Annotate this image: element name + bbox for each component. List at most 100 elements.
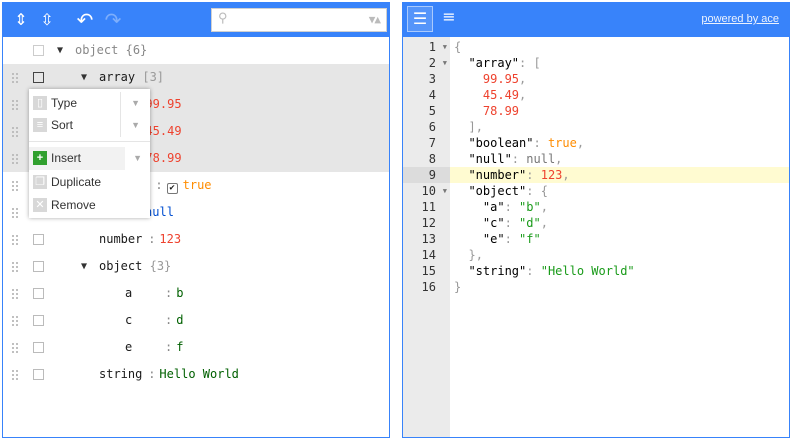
field-key[interactable]: e xyxy=(125,334,161,361)
code-line[interactable]: "boolean": true, xyxy=(450,135,789,151)
context-menu-button-icon[interactable] xyxy=(33,261,44,272)
child-count: {3} xyxy=(149,259,172,273)
field-key[interactable]: array xyxy=(99,70,135,84)
tree-row[interactable]: c:d xyxy=(3,307,389,334)
field-key[interactable]: a xyxy=(125,280,161,307)
field-value[interactable]: f xyxy=(176,340,183,354)
checkbox[interactable]: ✔ xyxy=(166,183,178,194)
collapse-arrow-icon[interactable]: ▼ xyxy=(57,37,63,64)
field-value[interactable]: d xyxy=(176,313,183,327)
context-menu: ▯ Type ▼ ≡ Sort ▼ + Insert ▼ ❐ Duplicate ✕ Remo… xyxy=(29,89,150,218)
code-line[interactable]: "array": [ xyxy=(450,55,789,71)
menu-divider xyxy=(29,141,150,142)
separator: : xyxy=(155,178,163,192)
separator: : xyxy=(165,340,173,354)
code-line[interactable]: "null": null, xyxy=(450,151,789,167)
code-line[interactable]: 45.49, xyxy=(450,87,789,103)
drag-handle-icon[interactable] xyxy=(11,126,19,137)
field-value[interactable]: 45.49 xyxy=(145,124,181,138)
drag-handle-icon[interactable] xyxy=(11,261,19,272)
drag-handle-icon[interactable] xyxy=(11,153,19,164)
tree-row[interactable]: number:123 xyxy=(3,226,389,253)
ace-editor[interactable]: 1 ▼ 2 ▼ 3 4 5 6 7 8 9 10 ▼ 11 12 13 14 15 16 { "array": [ … xyxy=(403,37,789,437)
menu-item-duplicate[interactable]: ❐ Duplicate xyxy=(29,171,150,194)
code-line[interactable]: "object": { xyxy=(450,183,789,199)
chevron-down-icon: ▼ xyxy=(133,153,142,163)
type-icon: ▯ xyxy=(33,96,47,110)
compact-icon[interactable]: ≡ xyxy=(437,5,461,29)
context-menu-button-icon[interactable] xyxy=(33,342,44,353)
powered-by-ace-link[interactable]: powered by ace xyxy=(701,13,779,25)
code-line[interactable]: ], xyxy=(450,119,789,135)
code-line[interactable]: 99.95, xyxy=(450,71,789,87)
tree-row-root[interactable]: ▼ object {6} xyxy=(3,37,389,64)
field-value[interactable]: Hello World xyxy=(159,367,238,381)
code-line[interactable]: "c": "d", xyxy=(450,215,789,231)
undo-icon[interactable]: ↶ xyxy=(73,8,97,32)
field-value[interactable]: true xyxy=(183,178,212,192)
fold-arrow-icon[interactable]: ▼ xyxy=(443,55,447,71)
field-value[interactable]: 123 xyxy=(159,232,181,246)
chevron-down-icon[interactable]: ▼ xyxy=(120,92,140,115)
code-line[interactable]: 78.99 xyxy=(450,103,789,119)
drag-handle-icon[interactable] xyxy=(11,369,19,380)
context-menu-button-icon[interactable] xyxy=(33,234,44,245)
line-number: 11 xyxy=(421,200,436,214)
chevron-down-icon[interactable]: ▼ xyxy=(120,114,140,137)
drag-handle-icon[interactable] xyxy=(11,342,19,353)
context-menu-button-icon[interactable] xyxy=(33,72,44,83)
code-line[interactable]: } xyxy=(450,279,789,295)
collapse-arrow-icon[interactable]: ▼ xyxy=(81,64,87,91)
menu-label: Insert xyxy=(51,151,82,165)
context-menu-button-icon[interactable] xyxy=(33,315,44,326)
code-line[interactable]: { xyxy=(450,39,789,55)
context-menu-button-icon[interactable] xyxy=(33,288,44,299)
field-value[interactable]: b xyxy=(176,286,183,300)
tree-row[interactable]: string: Hello World xyxy=(3,361,389,388)
drag-handle-icon[interactable] xyxy=(11,234,19,245)
tree-row[interactable]: e:f xyxy=(3,334,389,361)
duplicate-icon: ❐ xyxy=(33,175,47,189)
line-number: 6 xyxy=(428,120,436,134)
code-line[interactable]: }, xyxy=(450,247,789,263)
redo-icon[interactable]: ↷ xyxy=(101,8,125,32)
field-key[interactable]: c xyxy=(125,307,161,334)
code-line[interactable]: "e": "f" xyxy=(450,231,789,247)
menu-item-insert[interactable]: + Insert xyxy=(29,147,125,170)
format-icon[interactable]: ☰ xyxy=(407,6,433,32)
field-value[interactable]: 78.99 xyxy=(145,151,181,165)
menu-item-type[interactable]: ▯ Type ▼ xyxy=(29,92,150,115)
drag-handle-icon[interactable] xyxy=(11,180,19,191)
line-number: 2 ▼ xyxy=(428,55,447,71)
tree-row[interactable]: ▼ object {3} xyxy=(3,253,389,280)
field-key[interactable]: object xyxy=(99,259,142,273)
drag-handle-icon[interactable] xyxy=(11,207,19,218)
code-line[interactable]: "string": "Hello World" xyxy=(450,263,789,279)
tree-row[interactable]: a:b xyxy=(3,280,389,307)
fold-arrow-icon[interactable]: ▼ xyxy=(443,183,447,199)
code-line[interactable]: "number": 123, xyxy=(450,167,789,183)
field-key[interactable]: string xyxy=(99,361,144,388)
context-menu-button-icon[interactable] xyxy=(33,45,44,56)
tree-row[interactable]: ▼ array [3] xyxy=(3,64,389,91)
drag-handle-icon[interactable] xyxy=(11,315,19,326)
drag-handle-icon[interactable] xyxy=(11,99,19,110)
search-box[interactable]: ⚲ ▼▲ xyxy=(211,8,387,32)
expand-all-icon[interactable]: ⇕ xyxy=(9,8,33,32)
drag-handle-icon[interactable] xyxy=(11,288,19,299)
insert-submenu-button[interactable]: ▼ xyxy=(125,147,150,170)
code-line[interactable]: "a": "b", xyxy=(450,199,789,215)
field-key[interactable]: number xyxy=(99,226,144,253)
collapse-all-icon[interactable]: ⇳ xyxy=(35,8,59,32)
menu-label: Remove xyxy=(51,198,96,212)
drag-handle-icon[interactable] xyxy=(11,72,19,83)
context-menu-button-icon[interactable] xyxy=(33,369,44,380)
collapse-arrow-icon[interactable]: ▼ xyxy=(81,253,87,280)
field-value[interactable]: 99.95 xyxy=(145,97,181,111)
menu-item-remove[interactable]: ✕ Remove xyxy=(29,194,150,217)
menu-item-sort[interactable]: ≡ Sort ▼ xyxy=(29,114,150,137)
fold-arrow-icon[interactable]: ▼ xyxy=(443,39,447,55)
tree-editor: ⇕ ⇳ ↶ ↷ ⚲ ▼▲ ▼ object {6} ▼array [3]0:99… xyxy=(2,2,390,438)
separator: : xyxy=(165,313,173,327)
search-next-previous-icon[interactable]: ▼▲ xyxy=(369,13,381,26)
